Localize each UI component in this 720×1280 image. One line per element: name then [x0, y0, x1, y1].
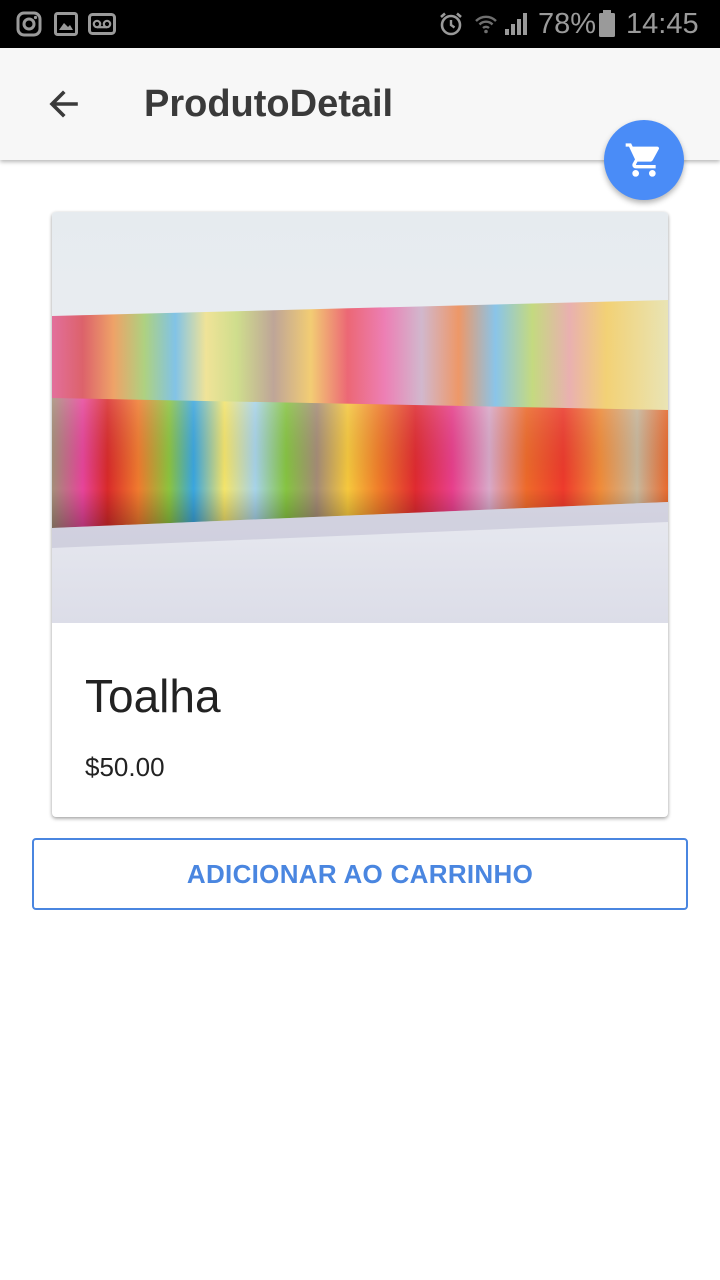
back-button[interactable] [28, 76, 100, 132]
instagram-icon [16, 0, 42, 48]
product-card: Toalha $50.00 [52, 212, 668, 817]
arrow-back-icon [46, 86, 82, 122]
battery-icon [598, 0, 616, 48]
voicemail-icon [88, 0, 116, 48]
shopping-cart-icon [624, 140, 664, 180]
status-bar: 78% 14:45 [0, 0, 720, 48]
clock: 14:45 [626, 8, 699, 40]
gallery-icon [54, 0, 78, 48]
battery-percent: 78% [538, 8, 597, 40]
product-image [52, 212, 668, 623]
page-title: ProdutoDetail [144, 83, 394, 125]
alarm-icon [438, 0, 464, 48]
signal-icon [504, 0, 530, 48]
wifi-icon [474, 0, 498, 48]
add-to-cart-button[interactable]: ADICIONAR AO CARRINHO [32, 838, 688, 910]
cart-fab-button[interactable] [604, 120, 684, 200]
product-name: Toalha [85, 670, 221, 722]
product-price: $50.00 [85, 752, 165, 782]
